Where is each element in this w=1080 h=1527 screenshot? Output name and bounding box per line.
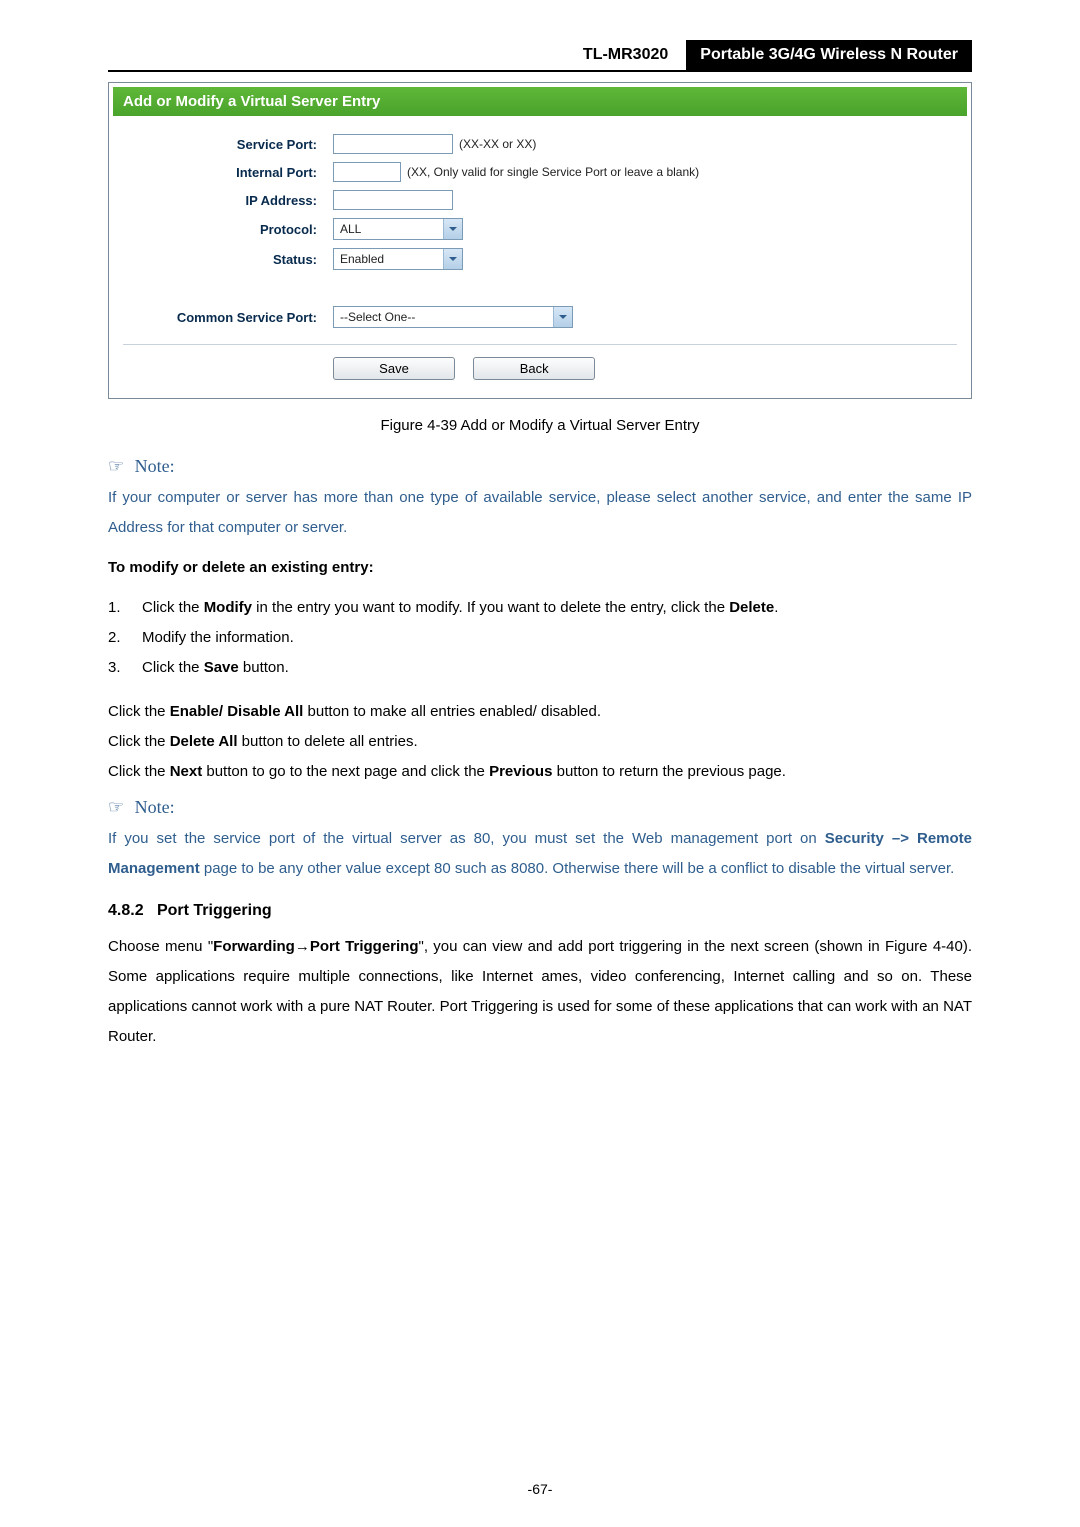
service-port-label: Service Port: [123,137,323,152]
protocol-value: ALL [340,222,361,236]
doc-title: Portable 3G/4G Wireless N Router [686,40,972,70]
paragraph: Click the Next button to go to the next … [108,757,972,787]
note-heading: ☞ Note: [108,797,972,818]
common-service-port-value: --Select One-- [340,310,415,324]
note-label: Note: [135,456,175,476]
service-port-input[interactable] [333,134,453,154]
section-heading: 4.8.2 Port Triggering [108,902,972,920]
common-service-port-label: Common Service Port: [123,310,323,325]
paragraph: Click the Enable/ Disable All button to … [108,697,972,727]
list-item: 1. Click the Modify in the entry you wan… [108,593,972,623]
step-number: 3. [108,653,142,683]
list-item: 3. Click the Save button. [108,653,972,683]
note-label: Note: [135,797,175,817]
ip-address-label: IP Address: [123,193,323,208]
note-text: If you set the service port of the virtu… [108,824,972,884]
protocol-select[interactable]: ALL [333,218,463,240]
save-button[interactable]: Save [333,357,455,380]
virtual-server-screenshot: Add or Modify a Virtual Server Entry Ser… [108,82,972,399]
step-number: 1. [108,593,142,623]
steps-list: 1. Click the Modify in the entry you wan… [108,593,972,683]
note-text: If your computer or server has more than… [108,483,972,543]
paragraph: Click the Delete All button to delete al… [108,727,972,757]
section-body: Choose menu "Forwarding→Port Triggering"… [108,932,972,1052]
status-value: Enabled [340,252,384,266]
list-item: 2. Modify the information. [108,623,972,653]
chevron-down-icon [443,249,462,269]
internal-port-input[interactable] [333,162,401,182]
modify-heading: To modify or delete an existing entry: [108,553,972,583]
status-select[interactable]: Enabled [333,248,463,270]
chevron-down-icon [553,307,572,327]
figure-caption: Figure 4-39 Add or Modify a Virtual Serv… [108,417,972,434]
panel-title: Add or Modify a Virtual Server Entry [113,87,967,116]
status-label: Status: [123,252,323,267]
pointing-hand-icon: ☞ [108,456,124,476]
model-number: TL-MR3020 [575,40,676,70]
back-button[interactable]: Back [473,357,595,380]
note-heading: ☞ Note: [108,456,972,477]
internal-port-hint: (XX, Only valid for single Service Port … [407,165,699,179]
step-number: 2. [108,623,142,653]
common-service-port-select[interactable]: --Select One-- [333,306,573,328]
ip-address-input[interactable] [333,190,453,210]
internal-port-label: Internal Port: [123,165,323,180]
protocol-label: Protocol: [123,222,323,237]
pointing-hand-icon: ☞ [108,797,124,817]
service-port-hint: (XX-XX or XX) [459,137,536,151]
doc-header: TL-MR3020 Portable 3G/4G Wireless N Rout… [108,40,972,72]
page-number: -67- [0,1481,1080,1497]
chevron-down-icon [443,219,462,239]
